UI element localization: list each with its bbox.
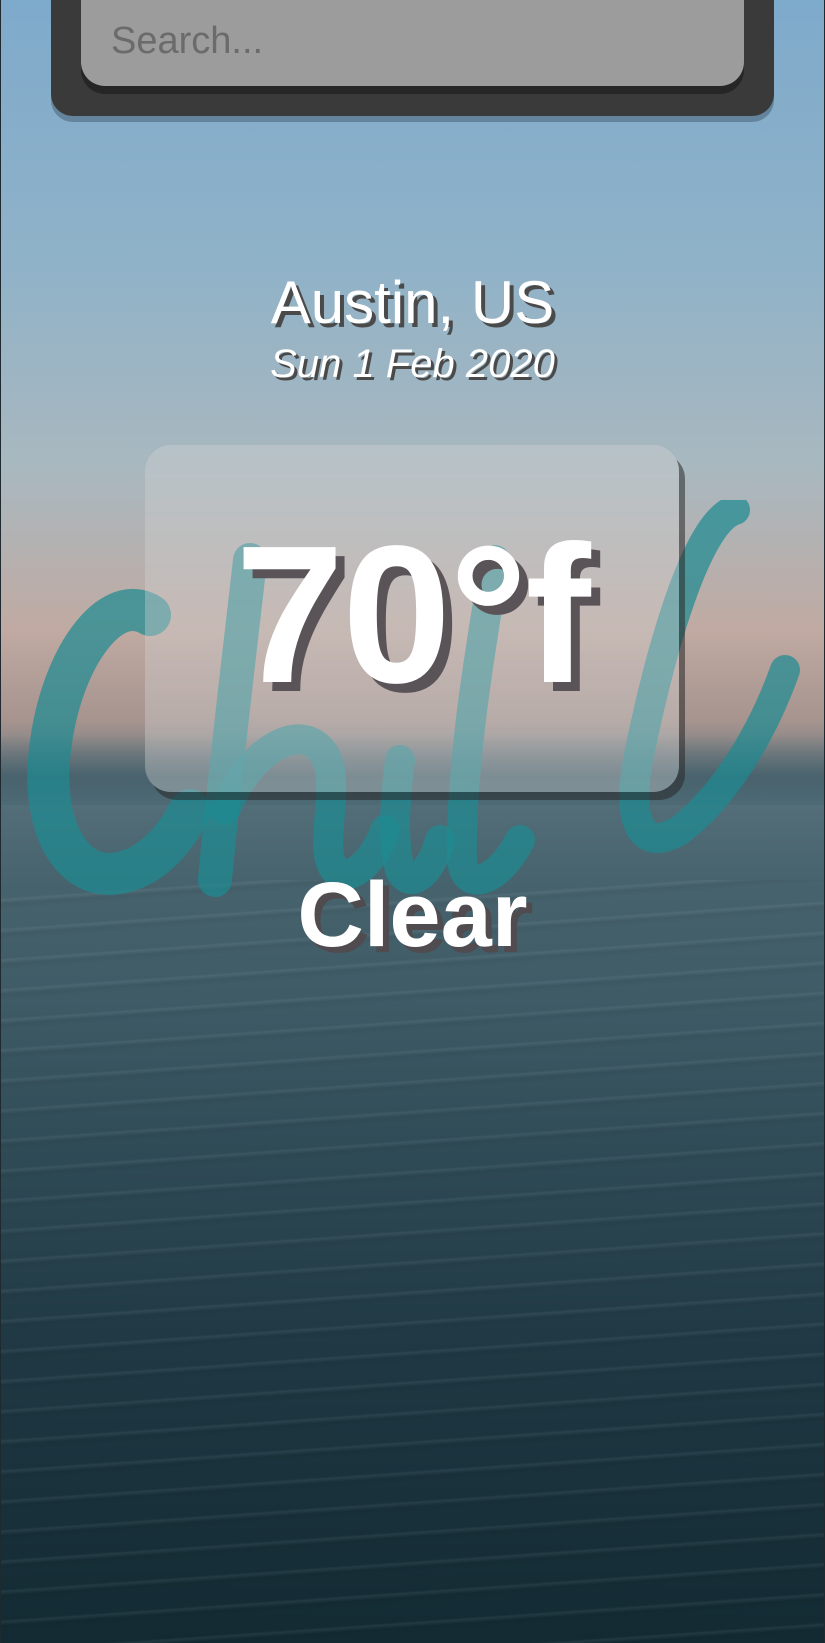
weather-app: Austin, US Sun 1 Feb 2020 70°f Clear: [0, 0, 825, 1643]
temperature-value: 70°f: [235, 505, 591, 724]
background-sea: [0, 880, 825, 1643]
weather-condition: Clear: [297, 864, 528, 966]
location-name: Austin, US: [270, 269, 555, 336]
left-border: [0, 0, 1, 1643]
search-input[interactable]: [81, 0, 744, 86]
current-date: Sun 1 Feb 2020: [270, 342, 555, 386]
